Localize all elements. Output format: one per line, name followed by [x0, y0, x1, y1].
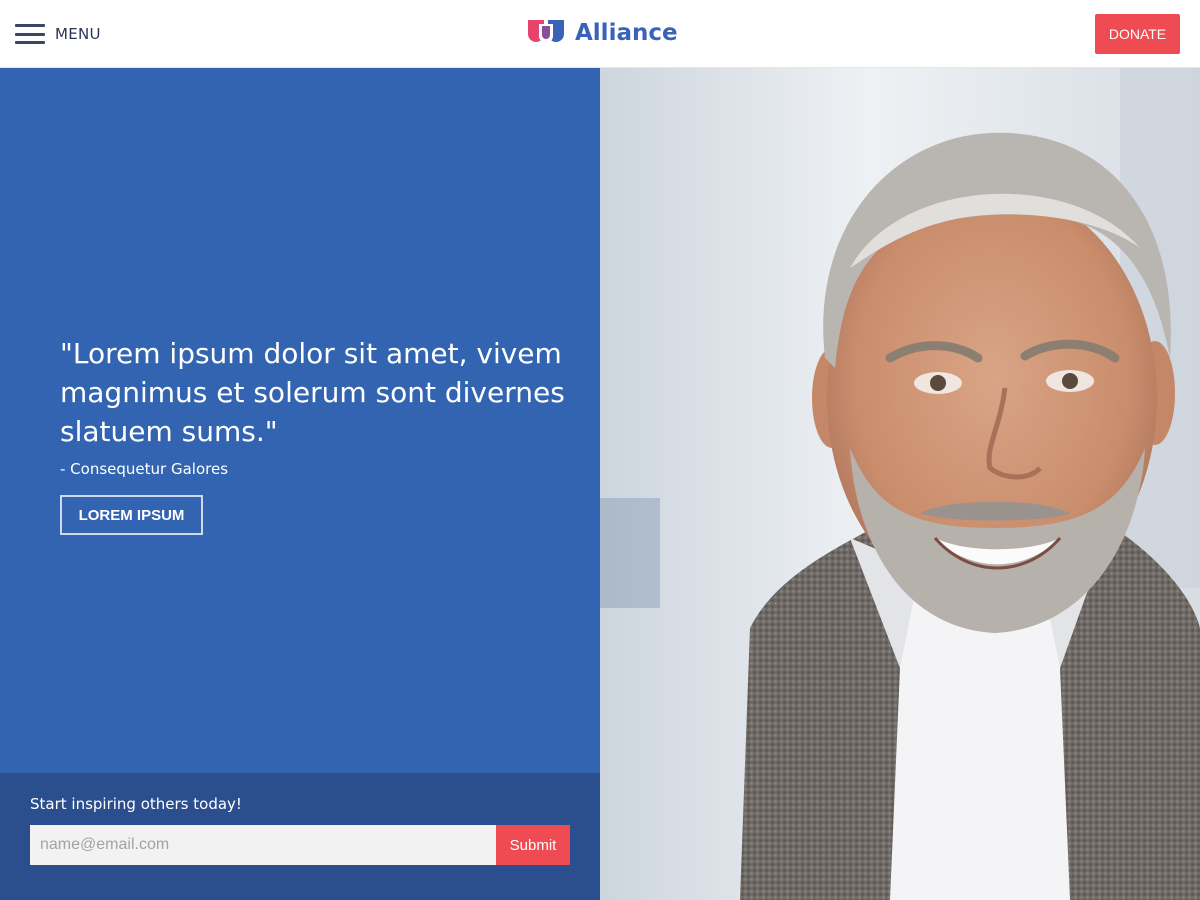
- email-input[interactable]: [30, 825, 496, 865]
- hamburger-icon: [15, 24, 45, 44]
- signup-panel: Start inspiring others today! Submit: [0, 773, 600, 900]
- site-header: MENU Alliance DONATE: [0, 0, 1200, 68]
- hero-quote: "Lorem ipsum dolor sit amet, vivem magni…: [60, 337, 565, 448]
- submit-button[interactable]: Submit: [496, 825, 570, 865]
- menu-label: MENU: [55, 25, 101, 43]
- hero-photo: [600, 68, 1200, 900]
- quote-author: - Consequetur Galores: [60, 460, 229, 478]
- menu-toggle[interactable]: MENU: [15, 20, 101, 48]
- brand-name: Alliance: [575, 20, 678, 46]
- lorem-ipsum-button[interactable]: LOREM IPSUM: [60, 495, 203, 535]
- alliance-logo-icon: [528, 20, 564, 43]
- signup-title: Start inspiring others today!: [30, 795, 242, 813]
- portrait-image: [600, 68, 1200, 900]
- brand-logo-link[interactable]: Alliance: [526, 16, 678, 50]
- hero-quote-panel: "Lorem ipsum dolor sit amet, vivem magni…: [0, 68, 600, 773]
- donate-button[interactable]: DONATE: [1095, 14, 1180, 54]
